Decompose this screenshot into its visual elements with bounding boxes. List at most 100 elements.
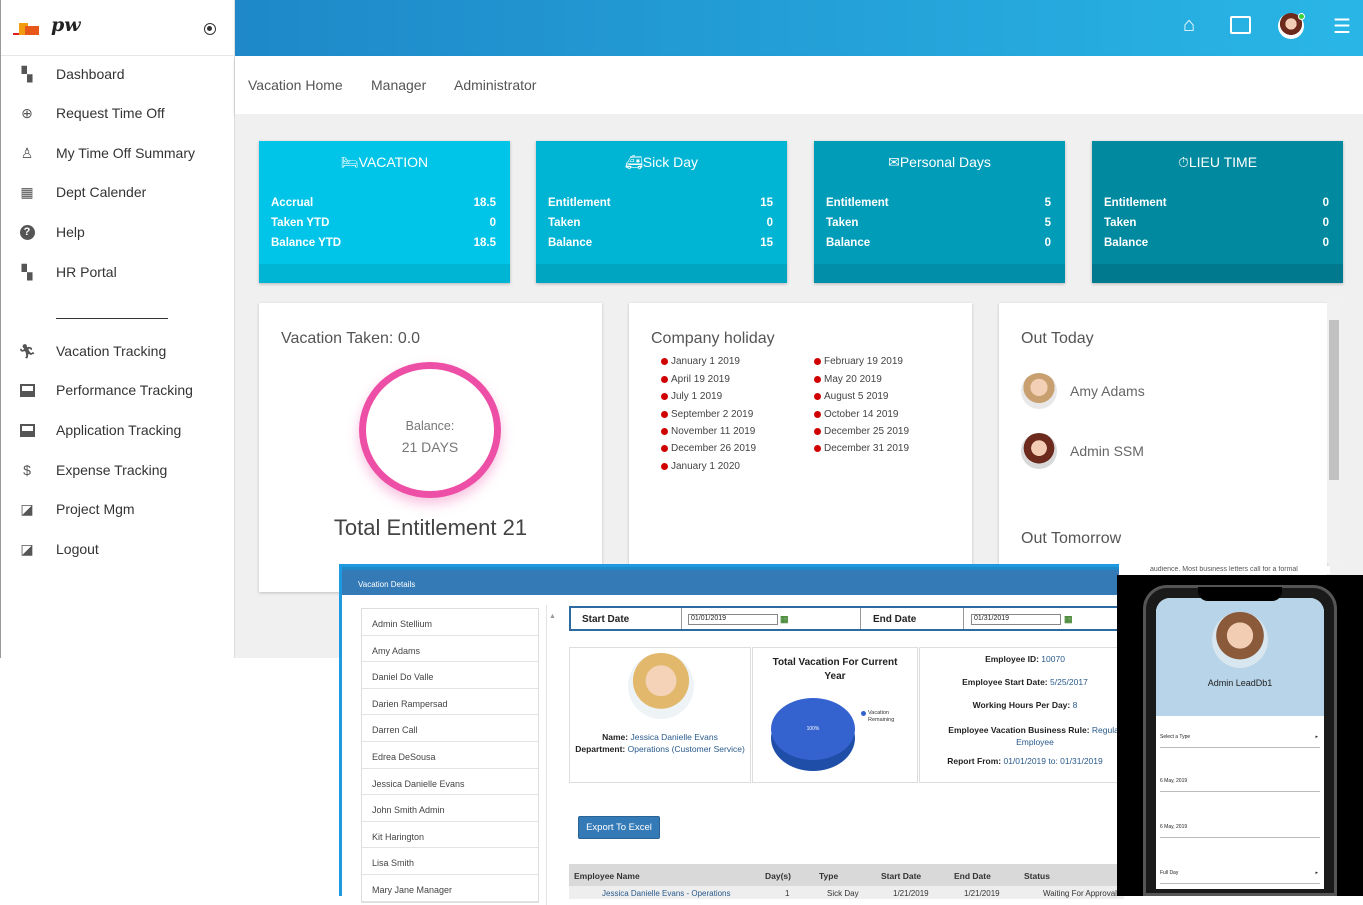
vacation-card[interactable]: 🛏︎VACATION Accrual 18.5 Taken YTD 0 Balanc… [259,141,510,283]
list-item[interactable]: Kit Harington [362,822,538,849]
out-person[interactable]: Amy Adams [1021,373,1145,409]
export-to-excel-button[interactable]: Export To Excel [578,816,660,839]
bed-icon: 🛏︎ [340,154,359,170]
sidebar-item-expense-tracking[interactable]: $ Expense Tracking [19,460,167,480]
start-date-field[interactable]: 6 May, 2019 [1160,778,1320,792]
sidebar-item-logout[interactable]: ◪ Logout [19,539,99,559]
hours-label: Working Hours Per Day: [972,700,1071,710]
card-row-value: 15 [760,197,773,209]
legend-label: Vacation Remaining [868,710,895,723]
end-date-label: End Date [873,614,917,625]
sidebar-item-dashboard[interactable]: ▚ Dashboard [19,64,125,84]
pie-title: Total Vacation For Current Year [772,657,898,682]
column-header[interactable]: End Date [954,871,991,881]
phone-avatar [1212,612,1268,668]
sidebar-item-hr-portal[interactable]: ▚ HR Portal [19,262,117,282]
list-item[interactable]: Admin Stellium [362,609,538,636]
card-row-value: 18.5 [473,237,496,249]
list-item[interactable]: Darren Call [362,715,538,742]
logo-text: pw [51,14,81,36]
fullscreen-icon[interactable] [1230,16,1251,34]
column-header[interactable]: Status [1024,871,1050,881]
sidebar-toggle-radio[interactable] [204,23,216,35]
card-row-value: 0 [1322,237,1329,249]
list-item[interactable]: Daniel Do Valle [362,662,538,689]
logo[interactable]: pw [13,14,81,36]
sidebar-item-label: Logout [56,541,99,557]
end-date-input[interactable]: 01/31/2019 [971,614,1061,625]
calendar-icon[interactable]: ▦ [780,614,789,625]
column-header[interactable]: Start Date [881,871,921,881]
start-date-label: Start Date [582,614,630,625]
table-cell: 1/21/2019 [893,889,929,898]
card-icon [19,422,35,438]
list-item[interactable]: Darien Rampersad [362,689,538,716]
list-scrollbar[interactable]: ▲ [546,605,556,905]
list-item[interactable]: John Smith Admin [362,795,538,822]
panel-scrollbar[interactable] [1327,303,1341,563]
table-cell[interactable]: Jessica Danielle Evans - Operations [602,889,731,898]
phone-mockup: Admin LeadDb1 Select a Type ▸ 6 May, 2019… [1117,575,1363,896]
top-bar: ⌂ ☰ [235,0,1363,56]
help-icon: ? [19,224,35,240]
window-title: Vacation Details [342,567,1119,595]
calendar-icon[interactable]: ▦ [1064,614,1073,625]
type-select[interactable]: Select a Type ▸ [1160,734,1320,748]
home-icon[interactable]: ⌂ [1183,14,1195,37]
sidebar: pw ▚ Dashboard ⊕ Request Time Off ♙ My Time… [0,0,235,658]
card-icon [19,382,35,398]
sidebar-item-label: Help [56,224,85,240]
start-date-input[interactable]: 01/01/2019 [688,614,778,625]
list-item[interactable]: Lisa Smith [362,848,538,875]
card-row-label: Balance [548,237,593,249]
card-row-value: 0 [766,217,773,229]
sidebar-item-application-tracking[interactable]: Application Tracking [19,420,181,440]
balance-label: Balance: [405,419,455,433]
sidebar-item-request-time-off[interactable]: ⊕ Request Time Off [19,103,165,123]
menu-collapse-icon[interactable]: ☰ [1333,14,1351,39]
company-holiday-panel: Company holiday January 1 2019 April 19 … [629,303,972,592]
tab-vacation-home[interactable]: Vacation Home [248,77,343,93]
list-item[interactable]: Amy Adams [362,636,538,663]
list-item[interactable]: Jessica Danielle Evans [362,769,538,796]
card-footer [259,264,510,283]
tab-administrator[interactable]: Administrator [454,77,536,93]
sidebar-item-vacation-tracking[interactable]: 🏃︎ Vacation Tracking [18,341,166,361]
holiday-item: July 1 2019 [661,391,722,402]
column-header[interactable]: Type [819,871,838,881]
duration-select[interactable]: Full Day ▸ [1160,870,1320,884]
column-header[interactable]: Day(s) [765,871,791,881]
sidebar-item-my-time-off-summary[interactable]: ♙ My Time Off Summary [19,143,195,163]
name-value: Jessica Danielle Evans [630,732,718,742]
sidebar-item-label: Application Tracking [56,422,182,438]
start-date-label: Employee Start Date: [962,677,1048,687]
table-row[interactable]: Jessica Danielle Evans - Operations 1 Si… [569,886,1124,899]
card-row-value: 0 [1322,217,1329,229]
holiday-item: November 11 2019 [661,426,755,437]
sidebar-item-label: HR Portal [56,264,117,280]
sidebar-item-label: Expense Tracking [56,462,168,478]
tab-manager[interactable]: Manager [371,77,426,93]
sidebar-item-performance-tracking[interactable]: Performance Tracking [19,380,193,400]
sidebar-item-project-mgm[interactable]: ◪ Project Mgm [19,499,134,519]
column-header[interactable]: Employee Name [574,871,640,881]
card-row-value: 15 [760,237,773,249]
out-person[interactable]: Admin SSM [1021,433,1144,469]
card-row-label: Taken [548,217,581,229]
employee-photo [628,653,694,719]
sidebar-item-help[interactable]: ? Help [19,222,85,242]
vacation-pie-box: Total Vacation For Current Year 100% Vac… [752,647,918,783]
divider [1,55,235,56]
personal-days-card[interactable]: ✉Personal Days Entitlement 5 Taken 5 Balan… [814,141,1065,283]
sick-day-card[interactable]: 🚑︎Sick Day Entitlement 15 Taken 0 Balance 1… [536,141,787,283]
chevron-down-icon: ▸ [1315,870,1318,876]
holiday-item: December 31 2019 [814,443,909,454]
pie-slice-vacation-remaining: 100% [771,698,855,760]
sidebar-item-dept-calender[interactable]: ▦ Dept Calender [19,182,146,202]
list-item[interactable]: Mary Jane Manager [362,875,538,902]
lieu-time-card[interactable]: ⏱︎LIEU TIME Entitlement 0 Taken 0 Balance 0 [1092,141,1343,283]
end-date-field[interactable]: 6 May, 2019 [1160,824,1320,838]
list-item[interactable]: Edrea DeSousa [362,742,538,769]
scrollbar-thumb[interactable] [1329,320,1339,480]
person-icon: ♙ [20,144,34,161]
